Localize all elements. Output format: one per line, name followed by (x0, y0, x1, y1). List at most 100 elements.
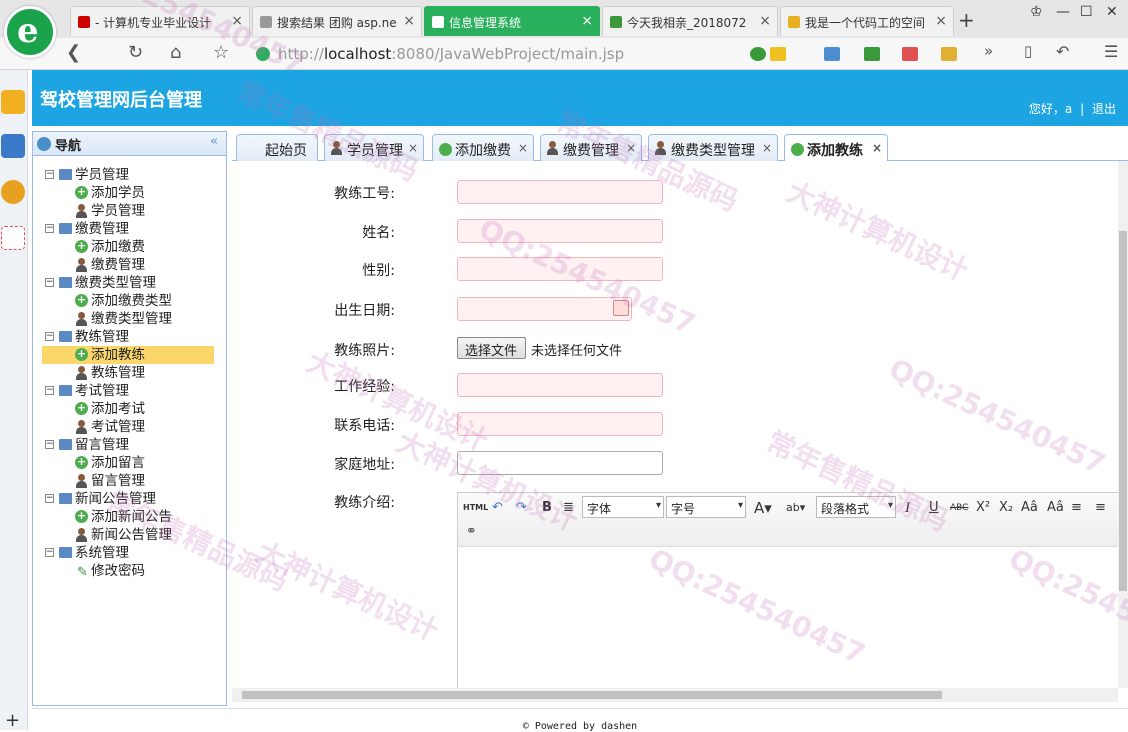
nav-group[interactable]: − 缴费管理 (33, 220, 226, 238)
nav-item[interactable]: + 添加缴费类型 (33, 292, 226, 310)
close-window-button[interactable]: ✕ (1106, 4, 1118, 20)
collapse-toggle-icon[interactable]: − (45, 278, 54, 287)
calendar-icon[interactable] (613, 300, 629, 316)
more-chevron-icon[interactable]: » (984, 42, 993, 60)
nav-item[interactable]: + 添加缴费 (33, 238, 226, 256)
experience-field[interactable] (457, 373, 663, 397)
tab-close-icon[interactable]: × (408, 141, 418, 155)
nav-item[interactable]: 考试管理 (33, 418, 226, 436)
skin-icon[interactable]: ♔ (1030, 4, 1043, 20)
browser-tab[interactable]: - 计算机专业毕业设计 × (70, 6, 250, 36)
tab-close-icon[interactable]: × (762, 141, 772, 155)
logout-link[interactable]: 退出 (1092, 102, 1116, 116)
browser-tab[interactable]: 今天我相亲_2018072 × (602, 6, 778, 36)
nav-group[interactable]: − 教练管理 (33, 328, 226, 346)
tab-close-icon[interactable]: × (872, 141, 882, 155)
undo-icon[interactable]: ↶ (492, 499, 503, 517)
content-tab[interactable]: 缴费管理 × (540, 134, 642, 162)
nav-item[interactable]: + 添加新闻公告 (33, 508, 226, 526)
nav-group[interactable]: − 留言管理 (33, 436, 226, 454)
format-clear-icon[interactable]: ≣ (563, 499, 574, 517)
collapse-toggle-icon[interactable]: − (45, 440, 54, 449)
font-color-icon[interactable]: A▾ (754, 499, 772, 517)
nav-item[interactable]: + 添加留言 (33, 454, 226, 472)
tab-close-icon[interactable]: × (759, 13, 771, 29)
menu-icon[interactable]: ☰ (1104, 42, 1118, 61)
nav-group[interactable]: − 缴费类型管理 (33, 274, 226, 292)
undo-icon[interactable]: ↶ (1056, 42, 1069, 61)
browser-tab[interactable]: 搜索结果 团购 asp.ne × (252, 6, 422, 36)
add-sidebar-icon[interactable]: + (5, 710, 20, 731)
collapse-icon[interactable]: « (210, 134, 218, 149)
collapse-toggle-icon[interactable]: − (45, 494, 54, 503)
browser-tab[interactable]: 我是一个代码工的空间 × (780, 6, 954, 36)
link-icon[interactable]: ⚭ (466, 523, 477, 541)
nav-item[interactable]: 缴费类型管理 (33, 310, 226, 328)
nav-item[interactable]: ✎ 修改密码 (33, 562, 226, 580)
browser-logo-icon[interactable]: e (4, 6, 56, 58)
home-button[interactable]: ⌂ (170, 42, 181, 63)
reader-icon[interactable] (1, 134, 25, 158)
content-tab[interactable]: 起始页 (236, 134, 318, 162)
back-button[interactable]: ❮ (66, 42, 81, 63)
subscript-icon[interactable]: X₂ (999, 499, 1013, 517)
tab-close-icon[interactable]: × (403, 13, 415, 29)
name-field[interactable] (457, 219, 663, 243)
content-tab[interactable]: 添加教练 × (784, 134, 888, 162)
favorites-star-icon[interactable] (1, 90, 25, 114)
vertical-scroll-thumb[interactable] (1119, 231, 1127, 591)
translate-icon[interactable] (902, 47, 918, 61)
apps-icon[interactable] (824, 47, 840, 61)
collapse-toggle-icon[interactable]: − (45, 386, 54, 395)
nav-group[interactable]: − 新闻公告管理 (33, 490, 226, 508)
nav-group[interactable]: − 学员管理 (33, 166, 226, 184)
tab-close-icon[interactable]: × (231, 13, 243, 29)
nav-item[interactable]: 新闻公告管理 (33, 526, 226, 544)
nav-item[interactable]: 留言管理 (33, 472, 226, 490)
highlight-icon[interactable]: ab▾ (786, 499, 805, 517)
id-field[interactable] (457, 180, 663, 204)
rich-text-editor[interactable]: HTML ↶ ↷ B ≣ 字体 字号 A▾ ab▾ 段落格式 I U ABC X… (457, 492, 1118, 688)
content-tab[interactable]: 缴费类型管理 × (648, 134, 778, 162)
strikethrough-icon[interactable]: ABC (950, 499, 968, 517)
tab-close-icon[interactable]: × (935, 13, 947, 29)
paragraph-select[interactable]: 段落格式 (816, 496, 896, 518)
collapse-toggle-icon[interactable]: − (45, 224, 54, 233)
collapse-toggle-icon[interactable]: − (45, 170, 54, 179)
nav-item[interactable]: + 添加考试 (33, 400, 226, 418)
horizontal-scrollbar[interactable] (232, 688, 1118, 702)
mail-icon[interactable] (1, 226, 25, 250)
font-size-down-icon[interactable]: Aâ (1047, 499, 1064, 517)
screenshot-icon[interactable] (941, 47, 957, 61)
align-right-icon[interactable]: ≡ (1095, 499, 1106, 517)
minimize-button[interactable]: — (1056, 4, 1070, 20)
lightning-icon[interactable] (770, 47, 786, 61)
bold-icon[interactable]: B (542, 499, 552, 517)
phone-icon[interactable]: ▯ (1024, 42, 1032, 60)
html-button[interactable]: HTML (463, 499, 488, 517)
nav-item[interactable]: 学员管理 (33, 202, 226, 220)
nav-item[interactable]: 缴费管理 (33, 256, 226, 274)
collapse-toggle-icon[interactable]: − (45, 548, 54, 557)
browser-tab[interactable]: 信息管理系统 × (424, 6, 600, 36)
font-size-up-icon[interactable]: Aâ (1021, 499, 1038, 517)
collapse-toggle-icon[interactable]: − (45, 332, 54, 341)
nav-item[interactable]: + 添加教练 (42, 346, 214, 364)
underline-icon[interactable]: U (929, 499, 939, 517)
new-tab-button[interactable]: + (958, 8, 975, 32)
italic-icon[interactable]: I (905, 499, 910, 517)
horizontal-scroll-thumb[interactable] (242, 691, 942, 699)
address-field[interactable] (457, 451, 663, 475)
content-tab[interactable]: 添加缴费 × (432, 134, 534, 162)
reload-button[interactable]: ↻ (128, 42, 143, 63)
vertical-scrollbar[interactable] (1118, 161, 1128, 688)
font-select[interactable]: 字体 (582, 496, 664, 518)
tab-close-icon[interactable]: × (626, 141, 636, 155)
nav-group[interactable]: − 系统管理 (33, 544, 226, 562)
content-tab[interactable]: 学员管理 × (324, 134, 424, 162)
speedup-icon[interactable] (750, 47, 766, 61)
choose-file-button[interactable]: 选择文件 (457, 337, 526, 359)
phone-field[interactable] (457, 412, 663, 436)
nav-item[interactable]: 教练管理 (33, 364, 226, 382)
shield-icon[interactable] (864, 47, 880, 61)
